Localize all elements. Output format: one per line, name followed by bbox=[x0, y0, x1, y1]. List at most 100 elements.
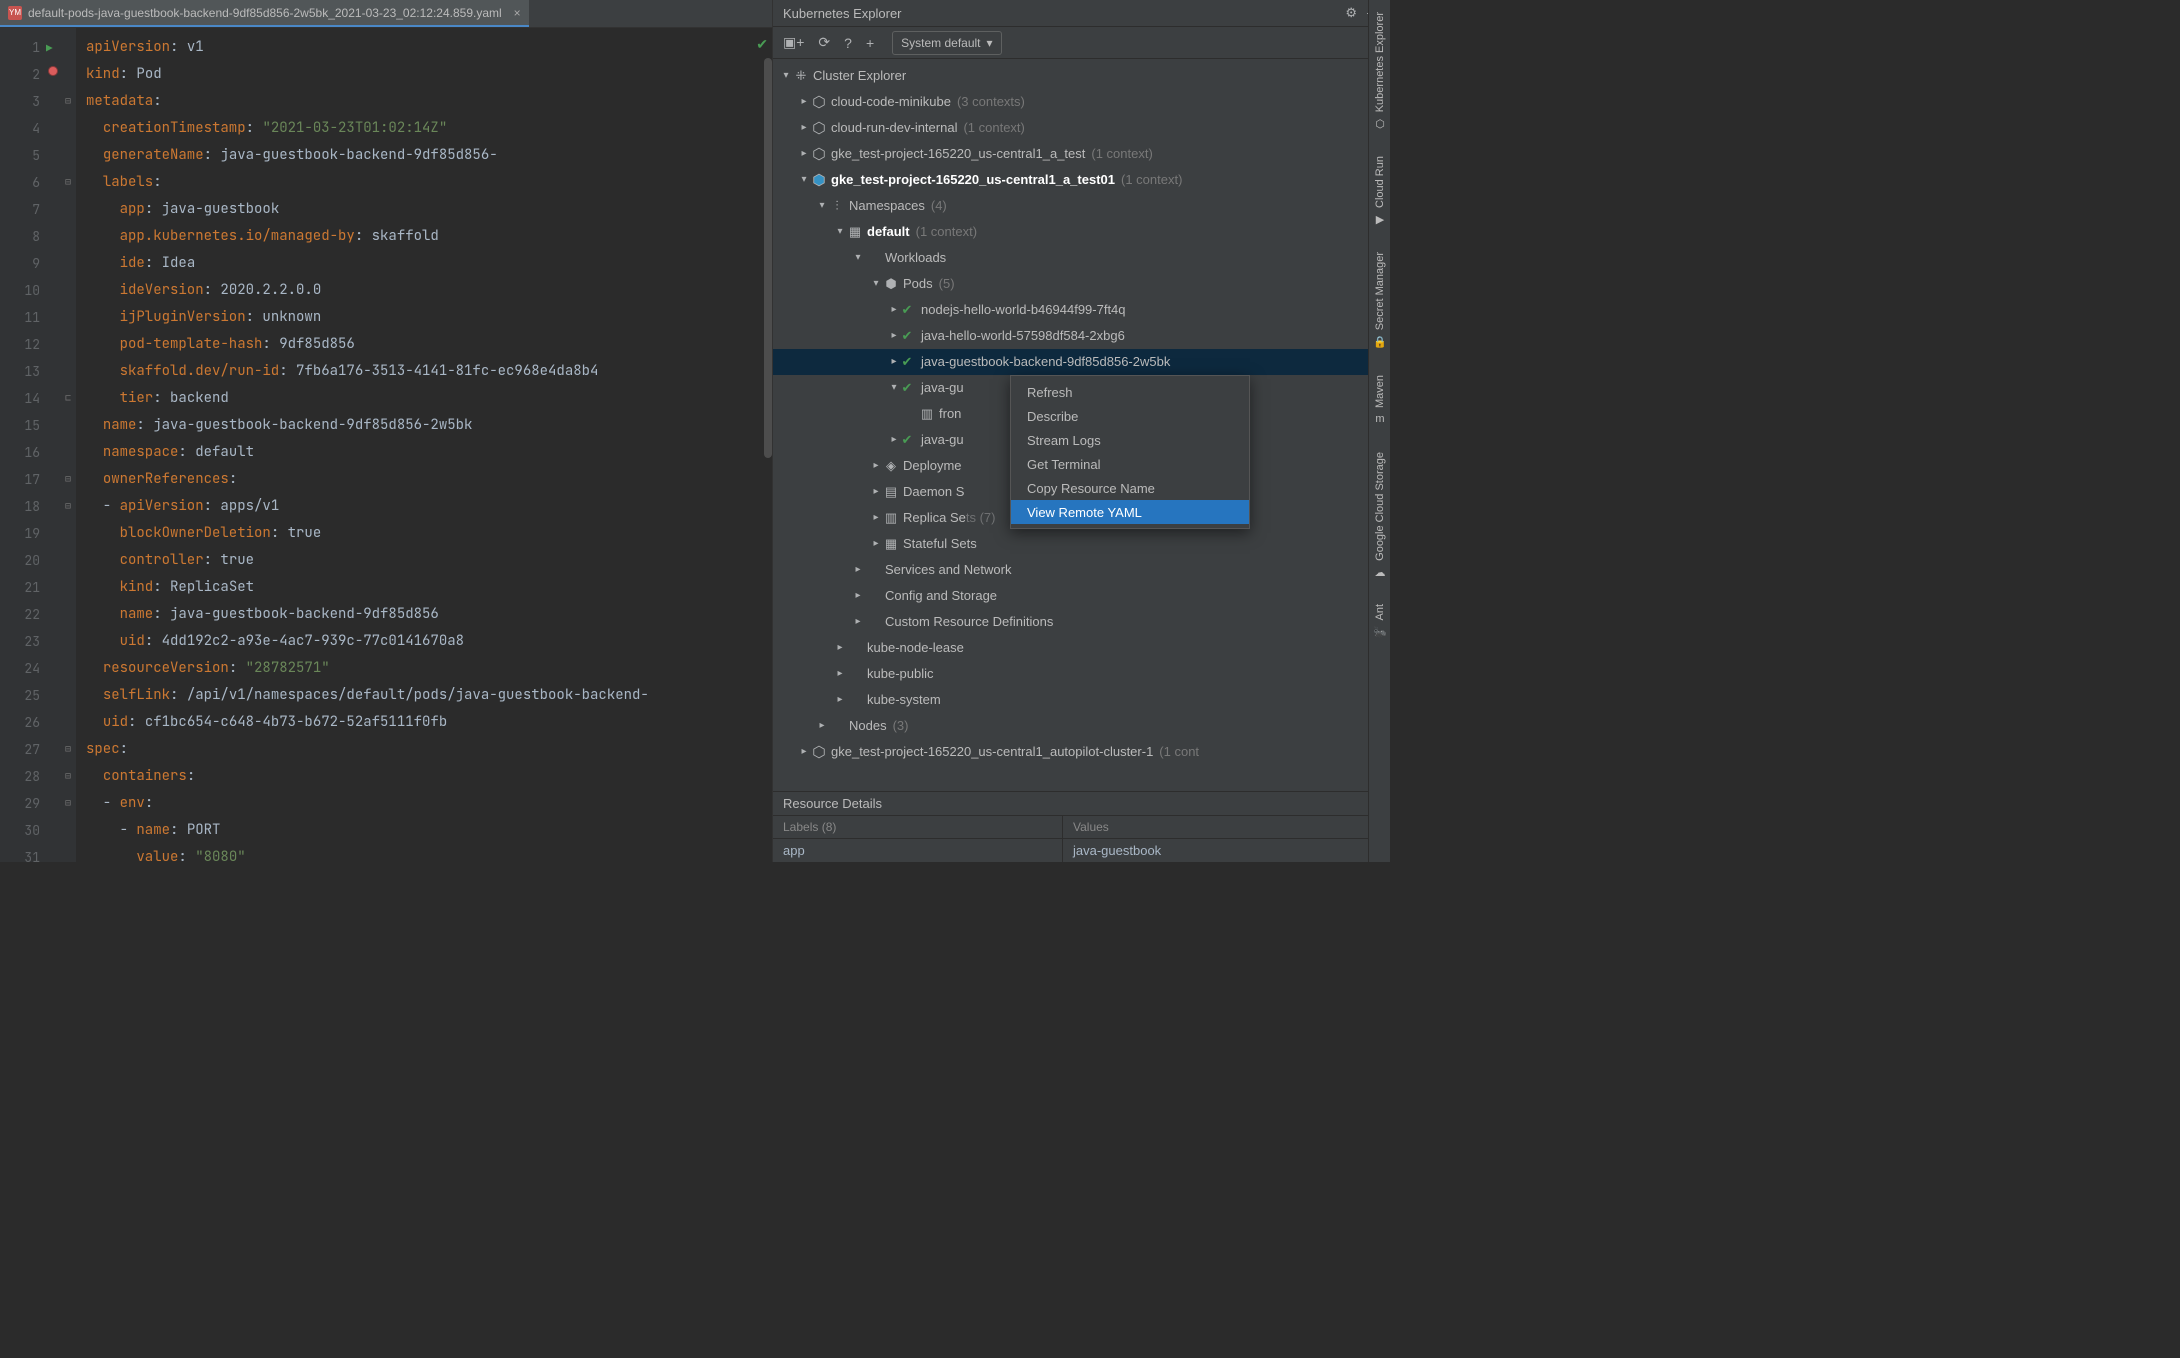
refresh-icon[interactable]: ⟳ bbox=[818, 34, 830, 51]
pod-node[interactable]: ▸✔java-guestbook-backend-9df85d856-2w5bk bbox=[773, 349, 1390, 375]
chevron-icon[interactable]: ▸ bbox=[797, 739, 811, 765]
chevron-icon[interactable]: ▸ bbox=[851, 557, 865, 583]
cluster-node[interactable]: ▾gke_test-project-165220_us-central1_a_t… bbox=[773, 167, 1390, 193]
resource-details-title: Resource Details bbox=[773, 792, 1390, 816]
chevron-icon[interactable]: ▸ bbox=[869, 453, 883, 479]
chevron-icon[interactable]: ▸ bbox=[869, 505, 883, 531]
cluster-node[interactable]: ▸cloud-code-minikube(3 contexts) bbox=[773, 89, 1390, 115]
chevron-icon[interactable]: ▾ bbox=[887, 375, 901, 401]
chevron-icon[interactable]: ▾ bbox=[833, 219, 847, 245]
rail-tool-secret-manager[interactable]: 🔒Secret Manager bbox=[1373, 246, 1387, 354]
context-menu-item[interactable]: Copy Resource Name bbox=[1011, 476, 1249, 500]
code-area[interactable]: apiVersion: v1kind: Podmetadata: creatio… bbox=[76, 28, 772, 862]
node-icon: ✔ bbox=[901, 297, 917, 323]
explorer-toolbar: ▣+ ⟳ ? + System default ▾ bbox=[773, 27, 1390, 59]
chevron-icon[interactable]: ▸ bbox=[797, 141, 811, 167]
chevron-icon[interactable]: ▾ bbox=[851, 245, 865, 271]
fold-column: ⊟⊟⊏⊟⊟⊟⊟⊟ bbox=[60, 28, 76, 862]
workload-group[interactable]: ▸▦Stateful Sets bbox=[773, 531, 1390, 557]
rail-icon: ☁ bbox=[1373, 564, 1387, 578]
node-icon: ⫶ bbox=[829, 193, 845, 219]
node-icon bbox=[811, 147, 827, 161]
chevron-icon[interactable]: ▸ bbox=[815, 713, 829, 739]
node-icon bbox=[811, 121, 827, 135]
rail-tool-cloud-run[interactable]: ▶Cloud Run bbox=[1373, 150, 1387, 232]
chevron-icon[interactable]: ▸ bbox=[887, 323, 901, 349]
namespace-select[interactable]: System default ▾ bbox=[892, 31, 1001, 55]
context-menu-item[interactable]: Describe bbox=[1011, 404, 1249, 428]
inspection-ok-icon[interactable]: ✔ bbox=[756, 36, 768, 53]
namespace-node[interactable]: ▸kube-node-lease bbox=[773, 635, 1390, 661]
rail-tool-google-cloud-storage[interactable]: ☁Google Cloud Storage bbox=[1373, 446, 1387, 585]
cluster-node[interactable]: ▸gke_test-project-165220_us-central1_aut… bbox=[773, 739, 1390, 765]
breakpoint-icon[interactable] bbox=[48, 66, 58, 76]
node-icon bbox=[811, 95, 827, 109]
chevron-icon[interactable]: ▸ bbox=[887, 427, 901, 453]
pod-node[interactable]: ▸✔java-hello-world-57598df584-2xbg6 bbox=[773, 323, 1390, 349]
rail-icon: 🐜 bbox=[1373, 625, 1387, 639]
chevron-icon[interactable]: ▸ bbox=[833, 687, 847, 713]
context-menu-item[interactable]: Stream Logs bbox=[1011, 428, 1249, 452]
close-icon[interactable]: × bbox=[514, 6, 521, 20]
editor-tab[interactable]: YM default-pods-java-guestbook-backend-9… bbox=[0, 0, 529, 27]
node-icon: ◈ bbox=[883, 453, 899, 479]
rail-tool-ant[interactable]: 🐜Ant bbox=[1373, 598, 1387, 645]
chevron-icon[interactable]: ▸ bbox=[833, 661, 847, 687]
chevron-icon[interactable]: ▸ bbox=[833, 635, 847, 661]
cluster-node[interactable]: ▸gke_test-project-165220_us-central1_a_t… bbox=[773, 141, 1390, 167]
chevron-icon[interactable]: ▸ bbox=[869, 479, 883, 505]
node-icon: ▥ bbox=[883, 505, 899, 531]
plus-icon[interactable]: + bbox=[866, 35, 874, 51]
context-menu-item[interactable]: Get Terminal bbox=[1011, 452, 1249, 476]
pods-node[interactable]: ▾⬢Pods(5) bbox=[773, 271, 1390, 297]
nodes-node[interactable]: ▸Nodes(3) bbox=[773, 713, 1390, 739]
details-col-labels: Labels (8) bbox=[773, 816, 1063, 838]
chevron-icon[interactable]: ▸ bbox=[851, 583, 865, 609]
namespace-node[interactable]: ▸kube-public bbox=[773, 661, 1390, 687]
chevron-icon[interactable]: ▾ bbox=[797, 167, 811, 193]
ns-section[interactable]: ▸Custom Resource Definitions bbox=[773, 609, 1390, 635]
details-col-values: Values bbox=[1063, 816, 1119, 838]
details-value: java-guestbook bbox=[1063, 839, 1171, 862]
gear-icon[interactable]: ⚙ bbox=[1345, 5, 1357, 21]
add-cluster-icon[interactable]: ▣+ bbox=[783, 34, 804, 51]
context-menu: RefreshDescribeStream LogsGet TerminalCo… bbox=[1010, 375, 1250, 529]
node-icon: ⬢ bbox=[883, 271, 899, 297]
node-icon bbox=[811, 745, 827, 759]
rail-tool-maven[interactable]: mMaven bbox=[1373, 369, 1387, 432]
rail-icon: 🔒 bbox=[1373, 335, 1387, 349]
context-menu-item[interactable]: Refresh bbox=[1011, 380, 1249, 404]
chevron-icon[interactable]: ▸ bbox=[797, 115, 811, 141]
line-gutter: ▶ 12345678910111213141516171819202122232… bbox=[0, 28, 60, 862]
chevron-icon[interactable]: ▸ bbox=[851, 609, 865, 635]
chevron-icon[interactable]: ▸ bbox=[887, 297, 901, 323]
namespace-default[interactable]: ▾▦default(1 context) bbox=[773, 219, 1390, 245]
editor-scrollbar[interactable] bbox=[764, 58, 772, 458]
help-icon[interactable]: ? bbox=[844, 35, 852, 51]
details-label: app bbox=[773, 839, 1063, 862]
ns-section[interactable]: ▸Services and Network bbox=[773, 557, 1390, 583]
node-icon: ✔ bbox=[901, 323, 917, 349]
context-menu-item[interactable]: View Remote YAML bbox=[1011, 500, 1249, 524]
node-icon: ▤ bbox=[883, 479, 899, 505]
namespaces-node[interactable]: ▾⫶Namespaces(4) bbox=[773, 193, 1390, 219]
run-gutter-icon[interactable]: ▶ bbox=[46, 36, 53, 63]
pod-node[interactable]: ▸✔nodejs-hello-world-b46944f99-7ft4q bbox=[773, 297, 1390, 323]
editor-pane: YM default-pods-java-guestbook-backend-9… bbox=[0, 0, 772, 862]
chevron-icon[interactable]: ▾ bbox=[779, 63, 793, 89]
workloads-node[interactable]: ▾Workloads bbox=[773, 245, 1390, 271]
ns-section[interactable]: ▸Config and Storage bbox=[773, 583, 1390, 609]
chevron-icon[interactable]: ▸ bbox=[887, 349, 901, 375]
chevron-icon[interactable]: ▾ bbox=[869, 271, 883, 297]
cluster-node[interactable]: ▸cloud-run-dev-internal(1 context) bbox=[773, 115, 1390, 141]
chevron-icon[interactable]: ▾ bbox=[815, 193, 829, 219]
chevron-icon[interactable]: ▸ bbox=[797, 89, 811, 115]
chevron-icon[interactable]: ▸ bbox=[869, 531, 883, 557]
namespace-node[interactable]: ▸kube-system bbox=[773, 687, 1390, 713]
cluster-explorer-root[interactable]: ▾⁜Cluster Explorer bbox=[773, 63, 1390, 89]
node-icon: ▦ bbox=[883, 531, 899, 557]
node-icon: ✔ bbox=[901, 427, 917, 453]
yaml-file-icon: YM bbox=[8, 6, 22, 20]
node-icon: ✔ bbox=[901, 375, 917, 401]
rail-tool-kubernetes-explorer[interactable]: ⬡Kubernetes Explorer bbox=[1373, 6, 1387, 136]
